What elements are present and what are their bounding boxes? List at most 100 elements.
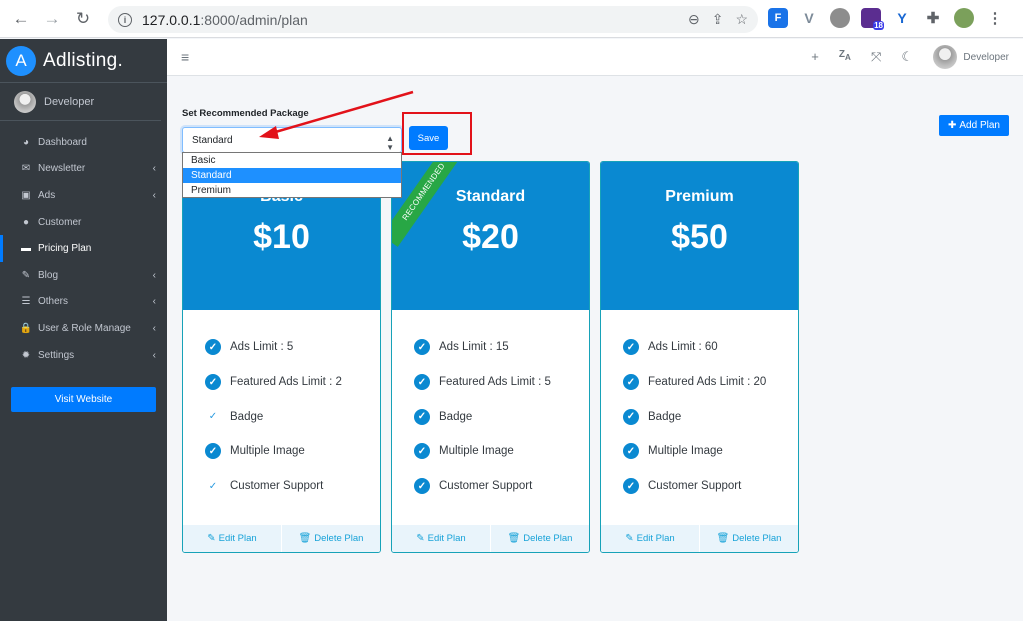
check-circle-icon: ✓	[414, 408, 430, 425]
feature-label: Badge	[439, 410, 473, 423]
browser-menu-icon[interactable]: ⋮	[985, 8, 1005, 28]
check-circle-icon: ✓	[414, 443, 430, 460]
avatar	[14, 90, 36, 113]
sidebar-item-dashboard[interactable]: ◕ Dashboard	[0, 129, 167, 156]
trash-icon: 🗑	[298, 533, 312, 544]
top-user-menu[interactable]: Developer	[933, 45, 1009, 69]
blog-icon: ✎	[21, 269, 31, 281]
plus-icon[interactable]: +	[811, 49, 819, 65]
feature-item: ✓ Badge	[414, 399, 589, 434]
edit-plan-button[interactable]: ✎ Edit Plan	[392, 525, 490, 552]
site-info-icon[interactable]: i	[118, 12, 132, 27]
bookmark-star-icon[interactable]: ☆	[735, 11, 748, 28]
trash-icon: 🗑	[507, 533, 521, 544]
translate-icon[interactable]: ZA	[839, 49, 851, 65]
sidebar-item-customer[interactable]: ● Customer	[0, 209, 167, 236]
feature-item: ✓ Featured Ads Limit : 2	[205, 365, 380, 400]
plan-card-footer: ✎ Edit Plan 🗑 Delete Plan	[183, 525, 380, 552]
plan-card-standard: RECOMMENDED Standard $20 ✓ Ads Limit : 15 ✓ Fe…	[391, 161, 590, 553]
sidebar-item-blog[interactable]: ✎ Blog ‹	[0, 262, 167, 289]
forward-arrow-icon[interactable]: →	[41, 8, 63, 30]
sidebar-item-ads[interactable]: ▣ Ads ‹	[0, 182, 167, 209]
extension-tomato-icon[interactable]	[830, 8, 850, 28]
plan-card-header: Premium $50	[601, 162, 798, 310]
top-navbar: ≡ + ZA ⤧ ☾ Developer	[167, 39, 1023, 76]
sidebar-menu: ◕ Dashboard ✉ Newsletter ‹ ▣ Ads ‹ ● Customer ▬ Pri…	[0, 129, 167, 368]
delete-plan-button[interactable]: 🗑 Delete Plan	[490, 525, 589, 552]
feature-label: Badge	[648, 410, 682, 423]
feature-label: Featured Ads Limit : 2	[230, 376, 342, 389]
sidebar: A Adlisting. Developer ◕ Dashboard ✉ Newsle…	[0, 39, 167, 621]
check-circle-icon: ✓	[205, 374, 221, 391]
back-arrow-icon[interactable]: ←	[10, 8, 32, 30]
chevron-left-icon: ‹	[152, 349, 156, 361]
reload-icon[interactable]: ↻	[72, 8, 94, 30]
dropdown-option-standard[interactable]: Standard	[183, 168, 401, 183]
dropdown-option-basic[interactable]: Basic	[183, 153, 401, 168]
sidebar-item-newsletter[interactable]: ✉ Newsletter ‹	[0, 156, 167, 183]
feature-item: ✓ Multiple Image	[414, 434, 589, 469]
plan-features: ✓ Ads Limit : 60 ✓ Featured Ads Limit : 20 ✓…	[601, 310, 798, 503]
save-button[interactable]: Save	[409, 126, 448, 150]
feature-label: Ads Limit : 60	[648, 341, 718, 354]
brand[interactable]: A Adlisting.	[0, 39, 167, 83]
check-circle-icon: ✓	[623, 339, 639, 356]
sidebar-item-others[interactable]: ☰ Others ‹	[0, 289, 167, 316]
plus-icon: ✚	[948, 120, 957, 131]
feature-item: ✓ Ads Limit : 60	[623, 330, 798, 365]
extensions-puzzle-icon[interactable]: ✚	[923, 8, 943, 28]
check-circle-icon: ✓	[205, 339, 221, 356]
feature-label: Multiple Image	[648, 445, 723, 458]
visit-website-button[interactable]: Visit Website	[11, 387, 156, 412]
sidebar-item-settings[interactable]: ✹ Settings ‹	[0, 342, 167, 369]
feature-item: ✓ Customer Support	[205, 469, 380, 504]
dropdown-option-premium[interactable]: Premium	[183, 183, 401, 198]
edit-icon: ✎	[207, 533, 216, 544]
fullscreen-icon[interactable]: ⤧	[871, 49, 881, 65]
feature-item: ✓ Multiple Image	[205, 434, 380, 469]
plan-price: $20	[462, 218, 519, 256]
profile-avatar[interactable]	[954, 8, 974, 28]
address-bar[interactable]: i 127.0.0.1:8000/admin/plan ⊖ ⇪ ☆	[108, 6, 758, 33]
extension-badge-icon[interactable]: 18	[861, 8, 884, 30]
extension-fi-icon[interactable]: F	[768, 8, 788, 28]
hamburger-menu-icon[interactable]: ≡	[181, 49, 189, 65]
edit-plan-button[interactable]: ✎ Edit Plan	[601, 525, 699, 552]
sidebar-user-name: Developer	[44, 95, 95, 108]
sidebar-user-panel[interactable]: Developer	[0, 83, 161, 121]
feature-item: ✓ Customer Support	[623, 469, 798, 504]
zoom-icon[interactable]: ⊖	[688, 11, 700, 28]
feature-label: Multiple Image	[230, 445, 305, 458]
delete-plan-button[interactable]: 🗑 Delete Plan	[699, 525, 798, 552]
dark-mode-moon-icon[interactable]: ☾	[901, 49, 913, 65]
feature-item: ✓ Badge	[205, 399, 380, 434]
share-icon[interactable]: ⇪	[712, 11, 724, 28]
tachometer-icon: ◕	[22, 136, 30, 148]
sidebar-item-pricing-plan[interactable]: ▬ Pricing Plan	[0, 235, 167, 262]
plan-name: Premium	[665, 188, 734, 205]
sidebar-item-label: Dashboard	[38, 136, 87, 148]
extension-vue-icon[interactable]: V	[799, 8, 819, 28]
plan-card-footer: ✎ Edit Plan 🗑 Delete Plan	[392, 525, 589, 552]
chevron-left-icon: ‹	[152, 322, 156, 334]
plan-card-basic: Basic$10✓Ads Limit : 5✓Featured Ads Limi…	[182, 161, 381, 553]
sidebar-item-user-role-manage[interactable]: 🔒 User & Role Manage ‹	[0, 315, 167, 342]
edit-plan-button[interactable]: ✎ Edit Plan	[183, 525, 281, 552]
plan-features: ✓ Ads Limit : 5 ✓ Featured Ads Limit : 2 ✓ Ba…	[183, 310, 380, 503]
delete-plan-button[interactable]: 🗑 Delete Plan	[281, 525, 380, 552]
feature-item: ✓ Featured Ads Limit : 5	[414, 365, 589, 400]
package-dropdown-list: Basic Standard Premium	[182, 152, 402, 198]
chevron-left-icon: ‹	[152, 296, 156, 308]
sidebar-item-label: Ads	[38, 189, 56, 201]
feature-item: ✓ Featured Ads Limit : 20	[623, 365, 798, 400]
feature-label: Customer Support	[439, 480, 533, 493]
feature-label: Ads Limit : 15	[439, 341, 509, 354]
plan-card-footer: ✎ Edit Plan 🗑 Delete Plan	[601, 525, 798, 552]
feature-label: Featured Ads Limit : 5	[439, 376, 551, 389]
extension-y-icon[interactable]: Y	[892, 8, 912, 28]
feature-item: ✓ Multiple Image	[623, 434, 798, 469]
check-circle-icon: ✓	[623, 374, 639, 391]
add-plan-button[interactable]: ✚ Add Plan	[939, 115, 1009, 136]
feature-label: Featured Ads Limit : 20	[648, 376, 767, 389]
recommended-package-select[interactable]: Standard ▲ ▼	[182, 127, 402, 153]
